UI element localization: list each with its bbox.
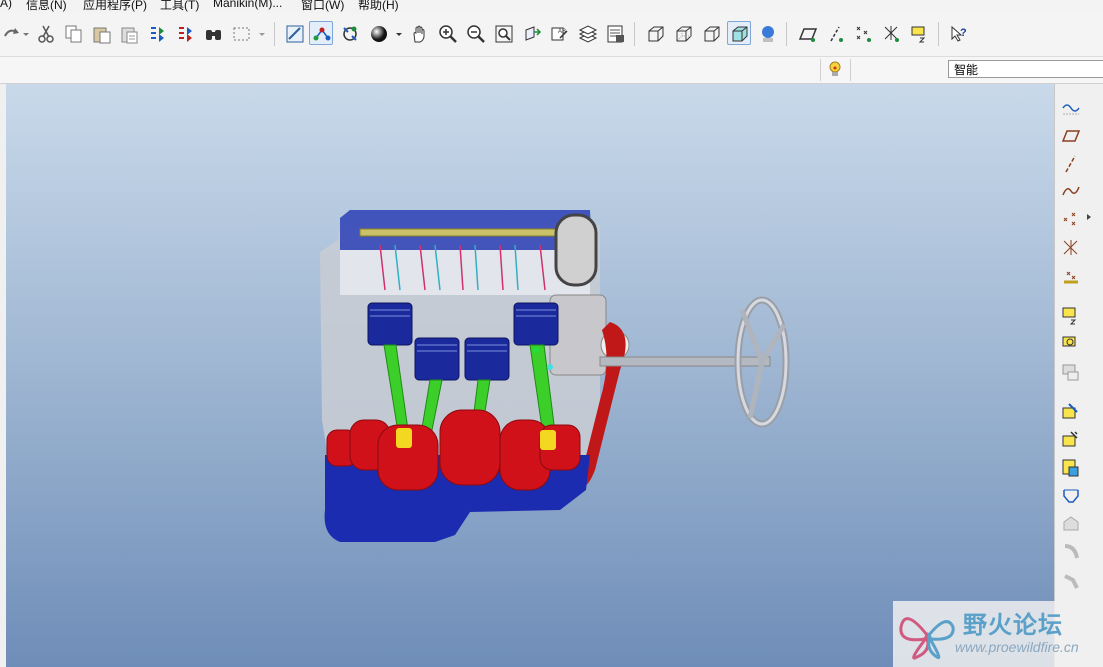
datum-axis-icon[interactable] — [1059, 152, 1083, 176]
timing-belt — [554, 213, 598, 287]
menu-applications[interactable]: 应用程序(P) — [83, 0, 147, 13]
datum-plane-icon[interactable] — [1059, 124, 1083, 148]
menu-help[interactable]: 帮助(H) — [358, 0, 399, 13]
shading-icon[interactable] — [727, 21, 751, 45]
menu-bar: A) 信息(N) 应用程序(P) 工具(T) Manikin(M)... 窗口(… — [0, 0, 1103, 14]
cut-icon[interactable] — [33, 21, 57, 45]
draft-icon[interactable] — [1059, 484, 1083, 508]
main-toolbar: AB ? — [0, 14, 1103, 57]
refit-icon[interactable] — [491, 21, 515, 45]
view-manager-icon[interactable] — [603, 21, 627, 45]
menu-info[interactable]: 信息(N) — [26, 0, 67, 13]
piston-3 — [464, 337, 510, 381]
appearance-icon[interactable] — [366, 21, 390, 45]
zoom-out-icon[interactable] — [463, 21, 487, 45]
datum-planes-icon[interactable] — [795, 21, 819, 45]
sweep-icon[interactable] — [1059, 360, 1083, 384]
reorient-icon[interactable] — [519, 21, 543, 45]
expand-arrow-icon[interactable] — [1085, 211, 1095, 221]
edge-icon[interactable] — [1059, 570, 1083, 594]
named-views-icon[interactable]: AB — [547, 21, 571, 45]
extrude-icon[interactable] — [1059, 304, 1083, 328]
annotations-icon[interactable] — [907, 21, 931, 45]
watermark-title: 野火论坛 — [963, 611, 1063, 639]
redo-dropdown-icon[interactable] — [18, 21, 32, 45]
light-bulb-icon[interactable] — [826, 60, 844, 80]
selection-filter-dropdown[interactable]: 智能 — [948, 60, 1103, 78]
round-icon[interactable] — [1059, 512, 1083, 536]
analysis-icon[interactable] — [1059, 264, 1083, 288]
curve-icon[interactable] — [1059, 179, 1083, 203]
revolve-icon[interactable] — [1059, 332, 1083, 356]
watermark-url: www.proewildfire.cn — [955, 639, 1079, 655]
whats-this-icon[interactable]: ? — [946, 21, 970, 45]
datum-points-icon[interactable] — [851, 21, 875, 45]
shading-edges-icon[interactable] — [755, 21, 779, 45]
regenerate-manager-icon[interactable] — [173, 21, 197, 45]
hidden-line-icon[interactable] — [671, 21, 695, 45]
no-hidden-icon[interactable] — [699, 21, 723, 45]
right-feature-toolbar — [1054, 84, 1103, 667]
piston-1 — [367, 302, 413, 346]
csys-icon[interactable] — [1059, 236, 1083, 260]
paste-icon[interactable] — [89, 21, 113, 45]
datum-axes-icon[interactable] — [823, 21, 847, 45]
cylinder-head — [340, 250, 590, 295]
menu-tools[interactable]: 工具(T) — [160, 0, 199, 13]
forum-watermark: 野火论坛 www.proewildfire.cn — [893, 601, 1103, 667]
zoom-in-icon[interactable] — [435, 21, 459, 45]
find-icon[interactable] — [201, 21, 225, 45]
crank-web-3 — [439, 409, 501, 486]
copy-icon[interactable] — [61, 21, 85, 45]
repaint-icon[interactable] — [282, 21, 306, 45]
datum-csys-icon[interactable] — [879, 21, 903, 45]
orient-mode-icon[interactable] — [337, 21, 361, 45]
layers-icon[interactable] — [575, 21, 599, 45]
butterfly-logo-icon — [899, 617, 955, 660]
regenerate-icon[interactable] — [145, 21, 169, 45]
pan-icon[interactable] — [407, 21, 431, 45]
piston-2 — [414, 337, 460, 381]
svg-text:?: ? — [960, 27, 967, 39]
menu-window[interactable]: 窗口(W) — [301, 0, 344, 13]
hole-icon[interactable] — [1059, 400, 1083, 424]
graphics-viewport[interactable] — [6, 84, 1054, 667]
chamfer-icon[interactable] — [1059, 540, 1083, 564]
appearance-dropdown-icon[interactable] — [391, 21, 403, 45]
select-dropdown-icon[interactable] — [254, 21, 266, 45]
shell-icon[interactable] — [1059, 428, 1083, 452]
output-shaft — [599, 356, 771, 367]
menu-manikin[interactable]: Manikin(M)... — [213, 0, 282, 10]
paste-special-icon[interactable] — [117, 21, 141, 45]
piston-4 — [513, 302, 559, 346]
rib-icon[interactable] — [1059, 456, 1083, 480]
wireframe-icon[interactable] — [643, 21, 667, 45]
select-box-icon[interactable] — [229, 21, 253, 45]
datum-point-icon[interactable] — [1059, 207, 1083, 231]
engine-model[interactable] — [6, 84, 1054, 667]
sketch-curve-icon[interactable] — [1059, 96, 1083, 120]
spin-center-icon[interactable] — [309, 21, 333, 45]
menu-analysis[interactable]: A) — [0, 0, 12, 10]
selection-filter-bar: 智能 — [0, 57, 1103, 84]
